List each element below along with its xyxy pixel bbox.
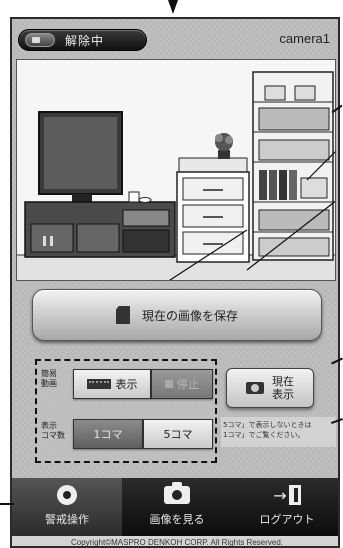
- alarm-status-indicator: 解除中: [18, 29, 147, 51]
- stop-icon: [165, 380, 173, 388]
- bottom-tab-bar: 警戒操作 画像を見る → ログアウト: [12, 478, 338, 536]
- video-control-panel: 簡易 動画 表示 停止 表示 コマ数 1コマ 5コマ: [35, 359, 217, 463]
- frame-hint-text: 5コマ」で表示しないときは 1コマ」でご覧ください。: [221, 417, 336, 447]
- tab-alarm-control-label: 警戒操作: [45, 513, 89, 526]
- show-current-button[interactable]: 現在 表示: [226, 368, 314, 408]
- one-frame-button[interactable]: 1コマ: [73, 419, 143, 449]
- eye-icon: [57, 485, 77, 505]
- app-screen: 解除中 camera1 現在の画像を保存 簡易 動画 表示 停止 表示 コマ数 …: [10, 17, 340, 548]
- tab-logout-label: ログアウト: [259, 513, 315, 526]
- simple-video-show-button[interactable]: 表示: [73, 369, 151, 399]
- logout-icon: →: [273, 485, 301, 505]
- simple-video-label: 簡易 動画: [41, 369, 57, 388]
- frame-count-label: 表示 コマ数: [41, 421, 65, 440]
- show-current-label: 現在 表示: [272, 375, 294, 401]
- camera-icon: [164, 482, 190, 504]
- tab-alarm-control[interactable]: 警戒操作: [12, 478, 122, 536]
- copyright-text: Copyright©MASPRO DENKOH CORP. All Rights…: [12, 536, 338, 546]
- annotation-arrow: [168, 0, 178, 14]
- simple-video-stop-button[interactable]: 停止: [151, 369, 213, 399]
- film-icon: [86, 379, 111, 389]
- save-current-image-button[interactable]: 現在の画像を保存: [32, 289, 322, 341]
- camera-image: [16, 59, 336, 281]
- tab-view-images[interactable]: 画像を見る: [122, 478, 232, 536]
- camera-icon: [246, 382, 264, 394]
- sd-card-icon: [115, 306, 130, 324]
- save-current-image-label: 現在の画像を保存: [141, 308, 238, 323]
- alarm-status-label: 解除中: [65, 33, 105, 48]
- camera-scene-illustration: [17, 60, 335, 280]
- tab-logout[interactable]: → ログアウト: [232, 478, 338, 536]
- camera-name: camera1: [279, 31, 330, 46]
- toggle-icon: [25, 33, 55, 47]
- annotation-line: [0, 503, 14, 505]
- five-frames-button[interactable]: 5コマ: [143, 419, 213, 449]
- tab-view-images-label: 画像を見る: [149, 513, 205, 526]
